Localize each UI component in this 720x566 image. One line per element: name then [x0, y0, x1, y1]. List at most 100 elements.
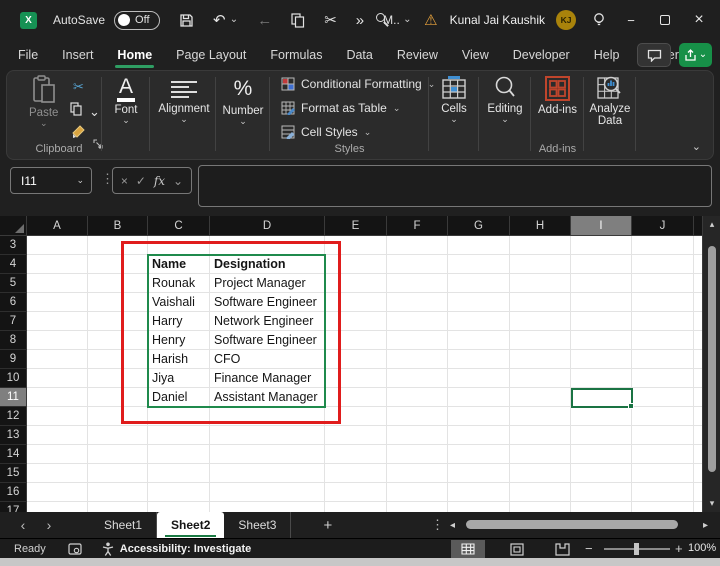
cell-I13[interactable] [571, 426, 632, 445]
cell-C14[interactable] [148, 445, 210, 464]
cell-F9[interactable] [387, 350, 448, 369]
cell-J6[interactable] [632, 293, 694, 312]
cell-A8[interactable] [27, 331, 88, 350]
cell-G14[interactable] [448, 445, 510, 464]
column-header-C[interactable]: C [148, 216, 210, 236]
cell-H3[interactable] [510, 236, 571, 255]
name-box-chevron-icon[interactable]: ⌄ [76, 175, 84, 186]
sheet-options-icon[interactable]: ⋮ [431, 517, 444, 533]
paste-button[interactable]: Paste ⌄ [29, 75, 58, 129]
format-as-table-button[interactable]: Format as Table ⌄ [281, 101, 400, 115]
tab-help[interactable]: Help [582, 40, 632, 70]
sheet-tab-sheet3[interactable]: Sheet3 [224, 512, 292, 538]
analyze-data-button[interactable]: Analyze Data [585, 75, 635, 127]
scroll-up-icon[interactable]: ▴ [703, 219, 720, 230]
copy-small-icon[interactable] [70, 102, 83, 116]
cell-A12[interactable] [27, 407, 88, 426]
cell-G4[interactable] [448, 255, 510, 274]
cell-J8[interactable] [632, 331, 694, 350]
cell-A16[interactable] [27, 483, 88, 502]
autosave-toggle[interactable]: Off [114, 10, 161, 30]
ribbon-collapse-icon[interactable]: ⌄ [692, 140, 701, 153]
cell-A15[interactable] [27, 464, 88, 483]
row-header-3[interactable]: 3 [0, 236, 27, 255]
cell-I9[interactable] [571, 350, 632, 369]
font-button[interactable]: A Font ⌄ [106, 76, 146, 126]
cell-G11[interactable] [448, 388, 510, 407]
conditional-formatting-button[interactable]: Conditional Formatting ⌄ [281, 77, 435, 91]
cell-D13[interactable] [210, 426, 325, 445]
page-break-view-button[interactable] [545, 540, 579, 558]
row-header-5[interactable]: 5 [0, 274, 27, 293]
cell-H6[interactable] [510, 293, 571, 312]
sheet-nav-left-icon[interactable]: ‹ [10, 517, 36, 533]
normal-view-button[interactable] [451, 540, 485, 558]
cell-A11[interactable] [27, 388, 88, 407]
cell-F11[interactable] [387, 388, 448, 407]
alignment-button[interactable]: Alignment ⌄ [151, 75, 217, 125]
user-name[interactable]: Kunal Jai Kaushik [450, 13, 545, 27]
user-avatar[interactable]: KJ [556, 10, 576, 30]
tab-home[interactable]: Home [105, 40, 164, 70]
cell-B9[interactable] [88, 350, 148, 369]
cell-A6[interactable] [27, 293, 88, 312]
cell-D4[interactable]: Designation [210, 255, 325, 274]
row-header-12[interactable]: 12 [0, 407, 27, 426]
cell-G17[interactable] [448, 502, 510, 512]
addins-button[interactable]: Add-ins [532, 75, 583, 116]
cell-I15[interactable] [571, 464, 632, 483]
cell-C3[interactable] [148, 236, 210, 255]
column-header-A[interactable]: A [27, 216, 88, 236]
cell-E17[interactable] [325, 502, 387, 512]
row-header-13[interactable]: 13 [0, 426, 27, 445]
scroll-right-icon[interactable]: ▸ [703, 520, 708, 531]
row-header-11[interactable]: 11 [0, 388, 27, 407]
select-all-button[interactable] [0, 216, 27, 236]
cell-I4[interactable] [571, 255, 632, 274]
zoom-slider-thumb[interactable] [634, 543, 639, 555]
column-header-D[interactable]: D [210, 216, 325, 236]
cell-J9[interactable] [632, 350, 694, 369]
cell-G3[interactable] [448, 236, 510, 255]
cell-D14[interactable] [210, 445, 325, 464]
cell-J11[interactable] [632, 388, 694, 407]
row-header-10[interactable]: 10 [0, 369, 27, 388]
excel-app-icon[interactable]: X [20, 11, 37, 29]
cell-B11[interactable] [88, 388, 148, 407]
cell-H8[interactable] [510, 331, 571, 350]
cell-E6[interactable] [325, 293, 387, 312]
cell-J14[interactable] [632, 445, 694, 464]
cell-H12[interactable] [510, 407, 571, 426]
cut-small-icon[interactable]: ✂ [73, 79, 84, 95]
cell-I5[interactable] [571, 274, 632, 293]
cell-C16[interactable] [148, 483, 210, 502]
cell-styles-button[interactable]: Cell Styles ⌄ [281, 125, 371, 139]
cell-J3[interactable] [632, 236, 694, 255]
zoom-level[interactable]: 100% [688, 542, 716, 554]
cell-G9[interactable] [448, 350, 510, 369]
cell-A9[interactable] [27, 350, 88, 369]
cell-E5[interactable] [325, 274, 387, 293]
zoom-in-icon[interactable]: + [675, 541, 683, 556]
cell-G5[interactable] [448, 274, 510, 293]
cell-H4[interactable] [510, 255, 571, 274]
cell-J16[interactable] [632, 483, 694, 502]
cell-B14[interactable] [88, 445, 148, 464]
cell-D3[interactable] [210, 236, 325, 255]
cell-F17[interactable] [387, 502, 448, 512]
cell-F4[interactable] [387, 255, 448, 274]
cell-D16[interactable] [210, 483, 325, 502]
cell-E15[interactable] [325, 464, 387, 483]
cell-B12[interactable] [88, 407, 148, 426]
horizontal-scrollbar[interactable]: ◂ ▸ [448, 512, 712, 538]
cell-H17[interactable] [510, 502, 571, 512]
cell-C5[interactable]: Rounak [148, 274, 210, 293]
cell-B6[interactable] [88, 293, 148, 312]
cell-E13[interactable] [325, 426, 387, 445]
column-header-B[interactable]: B [88, 216, 148, 236]
column-header-H[interactable]: H [510, 216, 571, 236]
cell-A13[interactable] [27, 426, 88, 445]
cell-F6[interactable] [387, 293, 448, 312]
cell-G15[interactable] [448, 464, 510, 483]
cell-C6[interactable]: Vaishali [148, 293, 210, 312]
